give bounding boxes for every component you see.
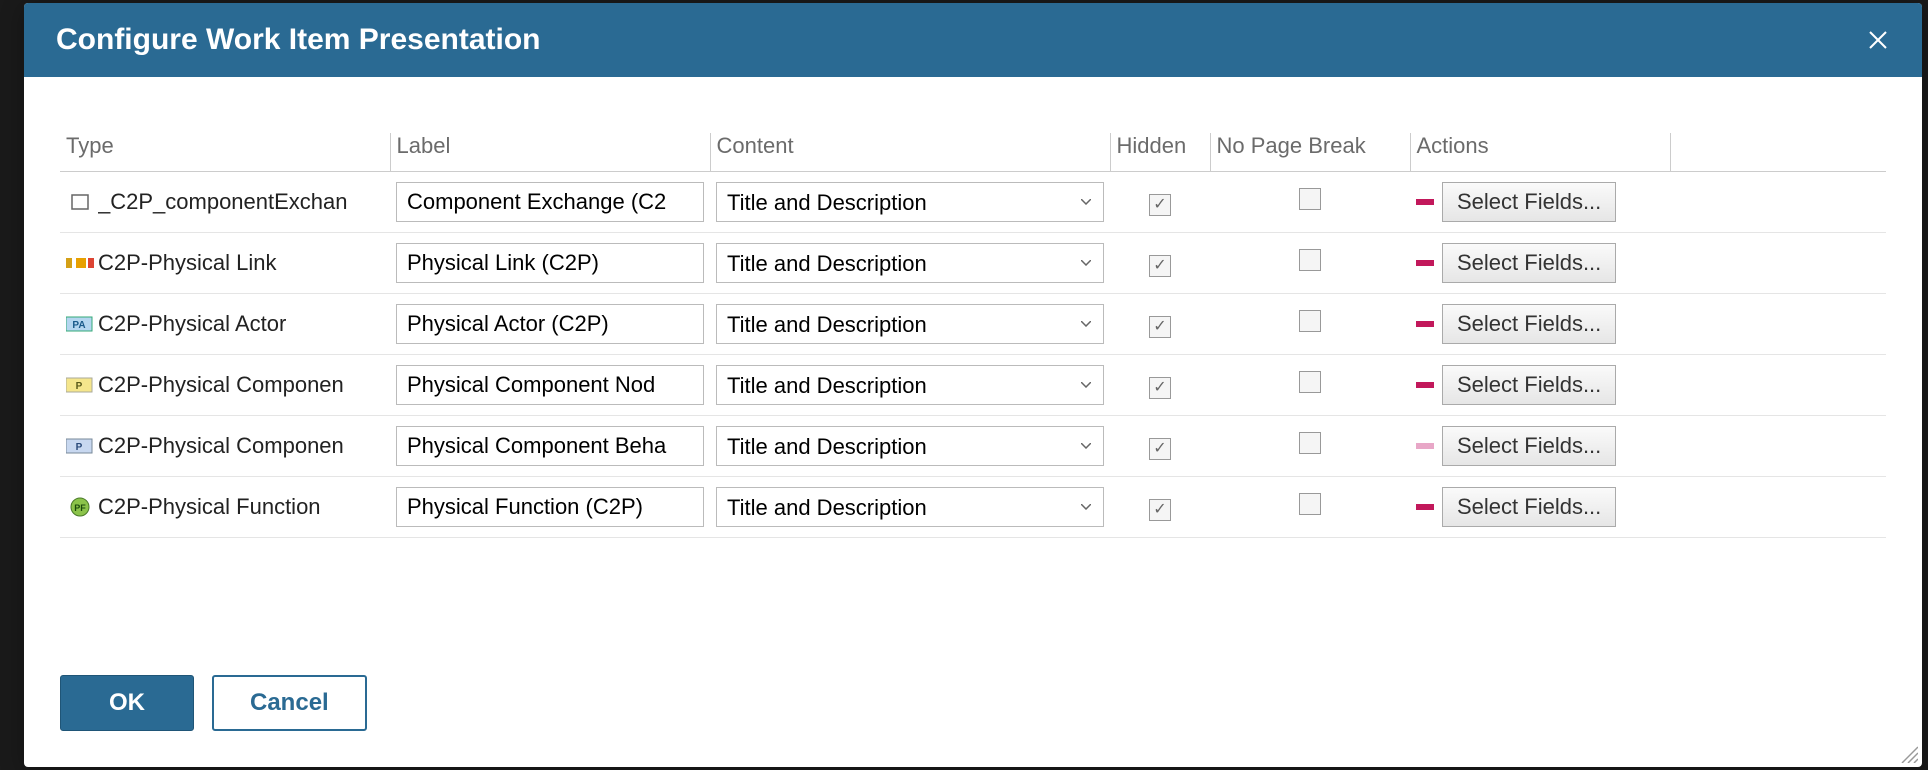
physical-actor-icon: PA <box>66 314 94 334</box>
label-input[interactable] <box>396 426 704 466</box>
content-select[interactable]: Title and Description <box>716 487 1104 527</box>
type-cell: PF C2P-Physical Function <box>66 494 384 520</box>
table-header-row: Type Label Content Hidden No Page Break … <box>60 133 1886 172</box>
resize-grip[interactable] <box>1898 743 1918 763</box>
no-page-break-checkbox[interactable] <box>1299 432 1321 454</box>
no-page-break-checkbox[interactable] <box>1299 493 1321 515</box>
content-select[interactable]: Title and Description <box>716 243 1104 283</box>
content-select[interactable]: Title and Description <box>716 426 1104 466</box>
remove-icon[interactable] <box>1416 382 1434 388</box>
spacer-cell <box>1670 172 1886 233</box>
label-input[interactable] <box>396 487 704 527</box>
table-row: _C2P_componentExchan Title and Descriptio… <box>60 172 1886 233</box>
col-header-nopagebreak: No Page Break <box>1210 133 1410 172</box>
svg-text:PA: PA <box>72 320 85 331</box>
svg-text:P: P <box>76 442 83 453</box>
type-name: _C2P_componentExchan <box>98 189 348 215</box>
col-header-hidden: Hidden <box>1110 133 1210 172</box>
box-icon <box>66 192 94 212</box>
col-header-label: Label <box>390 133 710 172</box>
spacer-cell <box>1670 416 1886 477</box>
spacer-cell <box>1670 294 1886 355</box>
actions-cell: Select Fields... <box>1416 182 1664 222</box>
no-page-break-checkbox[interactable] <box>1299 188 1321 210</box>
select-fields-button[interactable]: Select Fields... <box>1442 365 1616 405</box>
no-page-break-checkbox[interactable] <box>1299 310 1321 332</box>
remove-icon[interactable] <box>1416 199 1434 205</box>
table-row: PF C2P-Physical Function Title and Descrip… <box>60 477 1886 538</box>
physical-node-icon: P <box>66 375 94 395</box>
select-fields-button[interactable]: Select Fields... <box>1442 426 1616 466</box>
col-header-type: Type <box>60 133 390 172</box>
col-header-actions: Actions <box>1410 133 1670 172</box>
dialog-body: Type Label Content Hidden No Page Break … <box>24 77 1922 651</box>
spacer-cell <box>1670 233 1886 294</box>
actions-cell: Select Fields... <box>1416 304 1664 344</box>
actions-cell: Select Fields... <box>1416 365 1664 405</box>
type-name: C2P-Physical Function <box>98 494 321 520</box>
remove-icon[interactable] <box>1416 504 1434 510</box>
select-fields-button[interactable]: Select Fields... <box>1442 304 1616 344</box>
physical-behavior-icon: P <box>66 436 94 456</box>
type-cell: C2P-Physical Link <box>66 250 384 276</box>
configure-dialog: Configure Work Item Presentation Type La… <box>24 3 1922 767</box>
no-page-break-checkbox[interactable] <box>1299 371 1321 393</box>
hidden-checkbox[interactable] <box>1149 316 1171 338</box>
actions-cell: Select Fields... <box>1416 487 1664 527</box>
table-row: P C2P-Physical Componen Title and Descript… <box>60 416 1886 477</box>
physical-function-icon: PF <box>66 497 94 517</box>
svg-text:P: P <box>76 381 83 392</box>
hidden-checkbox[interactable] <box>1149 499 1171 521</box>
svg-text:PF: PF <box>74 503 86 513</box>
label-input[interactable] <box>396 304 704 344</box>
label-input[interactable] <box>396 182 704 222</box>
content-select[interactable]: Title and Description <box>716 365 1104 405</box>
type-cell: _C2P_componentExchan <box>66 189 384 215</box>
col-header-spacer <box>1670 133 1886 172</box>
dialog-footer: OK Cancel <box>24 651 1922 767</box>
hidden-checkbox[interactable] <box>1149 194 1171 216</box>
config-table: Type Label Content Hidden No Page Break … <box>60 133 1886 538</box>
actions-cell: Select Fields... <box>1416 426 1664 466</box>
dialog-header: Configure Work Item Presentation <box>24 3 1922 77</box>
physical-link-icon <box>66 253 94 273</box>
select-fields-button[interactable]: Select Fields... <box>1442 243 1616 283</box>
hidden-checkbox[interactable] <box>1149 255 1171 277</box>
ok-button[interactable]: OK <box>60 675 194 731</box>
table-row: PA C2P-Physical Actor Title and Descriptio… <box>60 294 1886 355</box>
col-header-content: Content <box>710 133 1110 172</box>
select-fields-button[interactable]: Select Fields... <box>1442 182 1616 222</box>
type-cell: P C2P-Physical Componen <box>66 433 384 459</box>
spacer-cell <box>1670 355 1886 416</box>
actions-cell: Select Fields... <box>1416 243 1664 283</box>
dialog-title: Configure Work Item Presentation <box>56 23 541 57</box>
remove-icon[interactable] <box>1416 443 1434 449</box>
type-name: C2P-Physical Componen <box>98 372 344 398</box>
spacer-cell <box>1670 477 1886 538</box>
select-fields-button[interactable]: Select Fields... <box>1442 487 1616 527</box>
type-name: C2P-Physical Link <box>98 250 277 276</box>
table-row: C2P-Physical Link Title and Description Se… <box>60 233 1886 294</box>
type-cell: PA C2P-Physical Actor <box>66 311 384 337</box>
no-page-break-checkbox[interactable] <box>1299 249 1321 271</box>
close-icon[interactable] <box>1866 28 1890 52</box>
label-input[interactable] <box>396 365 704 405</box>
type-name: C2P-Physical Actor <box>98 311 286 337</box>
content-select[interactable]: Title and Description <box>716 182 1104 222</box>
cancel-button[interactable]: Cancel <box>212 675 367 731</box>
type-name: C2P-Physical Componen <box>98 433 344 459</box>
hidden-checkbox[interactable] <box>1149 438 1171 460</box>
remove-icon[interactable] <box>1416 260 1434 266</box>
label-input[interactable] <box>396 243 704 283</box>
content-select[interactable]: Title and Description <box>716 304 1104 344</box>
remove-icon[interactable] <box>1416 321 1434 327</box>
type-cell: P C2P-Physical Componen <box>66 372 384 398</box>
hidden-checkbox[interactable] <box>1149 377 1171 399</box>
table-row: P C2P-Physical Componen Title and Descript… <box>60 355 1886 416</box>
